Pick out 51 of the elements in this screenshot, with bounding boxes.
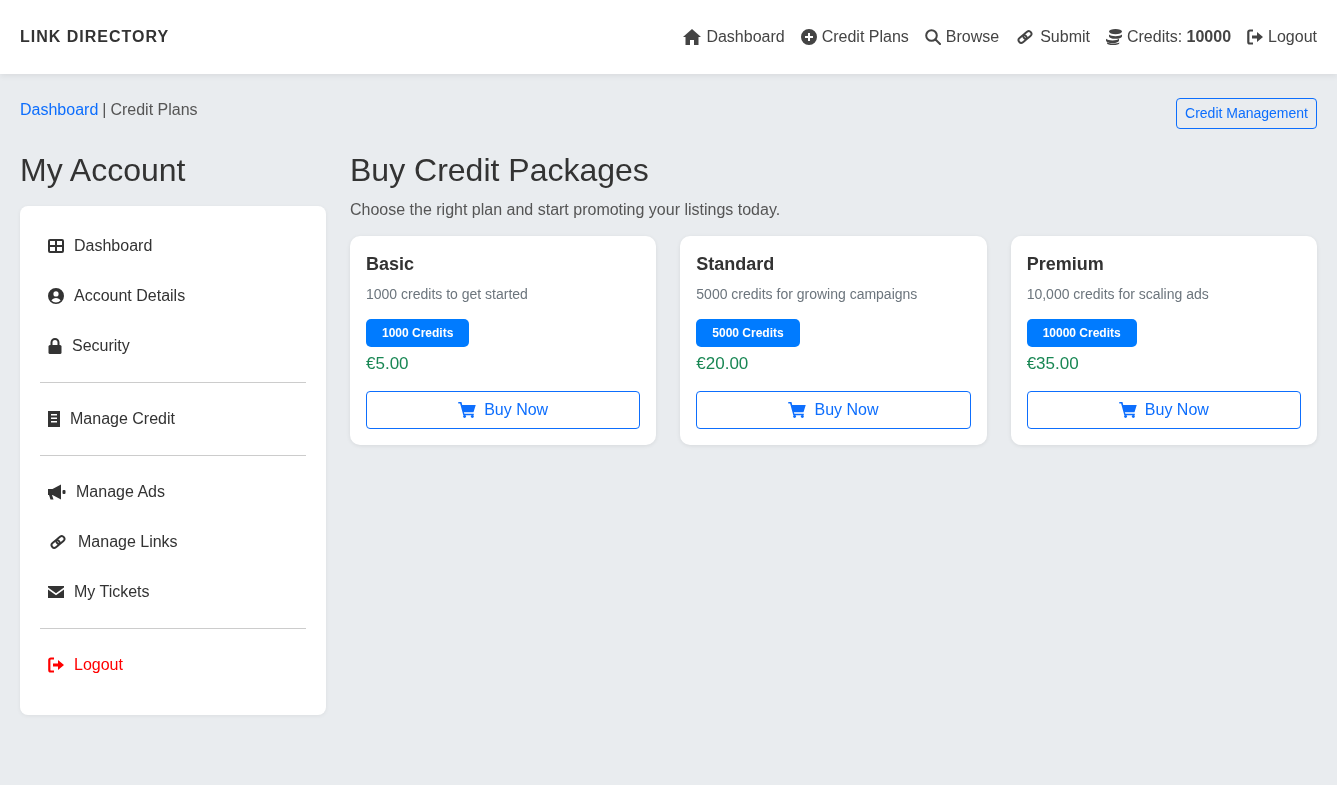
plan-price: €20.00 <box>696 353 750 375</box>
credits-badge: 1000 Credits <box>366 319 470 347</box>
sidebar-item[interactable]: Account Details <box>40 271 306 321</box>
sidebar-item[interactable]: Dashboard <box>40 221 306 271</box>
sidebar-title: My Account <box>20 151 187 190</box>
house-icon <box>683 29 702 45</box>
cart-icon <box>788 402 807 418</box>
credits-badge: 5000 Credits <box>696 319 800 347</box>
plan-description: 1000 credits to get started <box>366 285 529 304</box>
breadcrumb-link[interactable]: Dashboard <box>20 98 99 122</box>
credits-badge: 10000 Credits <box>1026 319 1137 347</box>
sidebar-item[interactable]: Manage Links <box>40 517 306 567</box>
sidebar-item[interactable]: Security <box>40 321 306 371</box>
plan-description: 10,000 credits for scaling ads <box>1026 285 1210 304</box>
megaphone-icon <box>48 484 66 500</box>
buy-now-button[interactable]: Buy Now <box>1026 391 1301 429</box>
nav-link[interactable]: Credit Plans <box>800 25 909 49</box>
breadcrumb-separator: | <box>102 100 107 120</box>
buy-now-button[interactable]: Buy Now <box>366 391 641 429</box>
receipt-icon <box>48 411 60 427</box>
nav-link[interactable]: Credits: 10000 <box>1106 25 1232 49</box>
nav-link[interactable]: Browse <box>924 25 1000 49</box>
credit-management-button[interactable]: Credit Management <box>1176 98 1317 129</box>
breadcrumb-current: Credit Plans <box>110 100 198 120</box>
plan-description: 5000 credits for growing campaigns <box>696 285 919 304</box>
page-title: Buy Credit Packages <box>350 151 650 190</box>
coins-icon <box>1106 29 1122 45</box>
cart-icon <box>1118 402 1137 418</box>
link-icon <box>48 534 68 550</box>
page-subtitle: Choose the right plan and start promoting your listings today. <box>350 200 782 220</box>
nav-link[interactable]: Submit <box>1015 25 1090 49</box>
buy-now-button[interactable]: Buy Now <box>696 391 971 429</box>
cart-icon <box>458 402 477 418</box>
search-icon <box>924 29 941 45</box>
plan-name: Premium <box>1026 253 1105 276</box>
sidebar-item[interactable]: My Tickets <box>40 567 306 617</box>
plan-price: €35.00 <box>1026 353 1080 375</box>
sign-out-icon <box>1247 29 1264 45</box>
envelope-icon <box>48 586 64 598</box>
lock-icon <box>48 338 62 354</box>
nav-link[interactable]: Dashboard <box>683 25 785 49</box>
brand-title: LINK DIRECTORY <box>20 27 170 47</box>
nav-link[interactable]: Logout <box>1247 25 1317 49</box>
sign-out-icon <box>48 657 64 673</box>
sidebar-item[interactable]: Manage Credit <box>40 394 306 444</box>
table-icon <box>48 239 64 253</box>
plan-price: €5.00 <box>366 353 410 375</box>
plan-name: Standard <box>696 253 776 276</box>
plan-name: Basic <box>366 253 416 276</box>
logout-link[interactable]: Logout <box>40 640 306 690</box>
sidebar-item[interactable]: Manage Ads <box>40 467 306 517</box>
